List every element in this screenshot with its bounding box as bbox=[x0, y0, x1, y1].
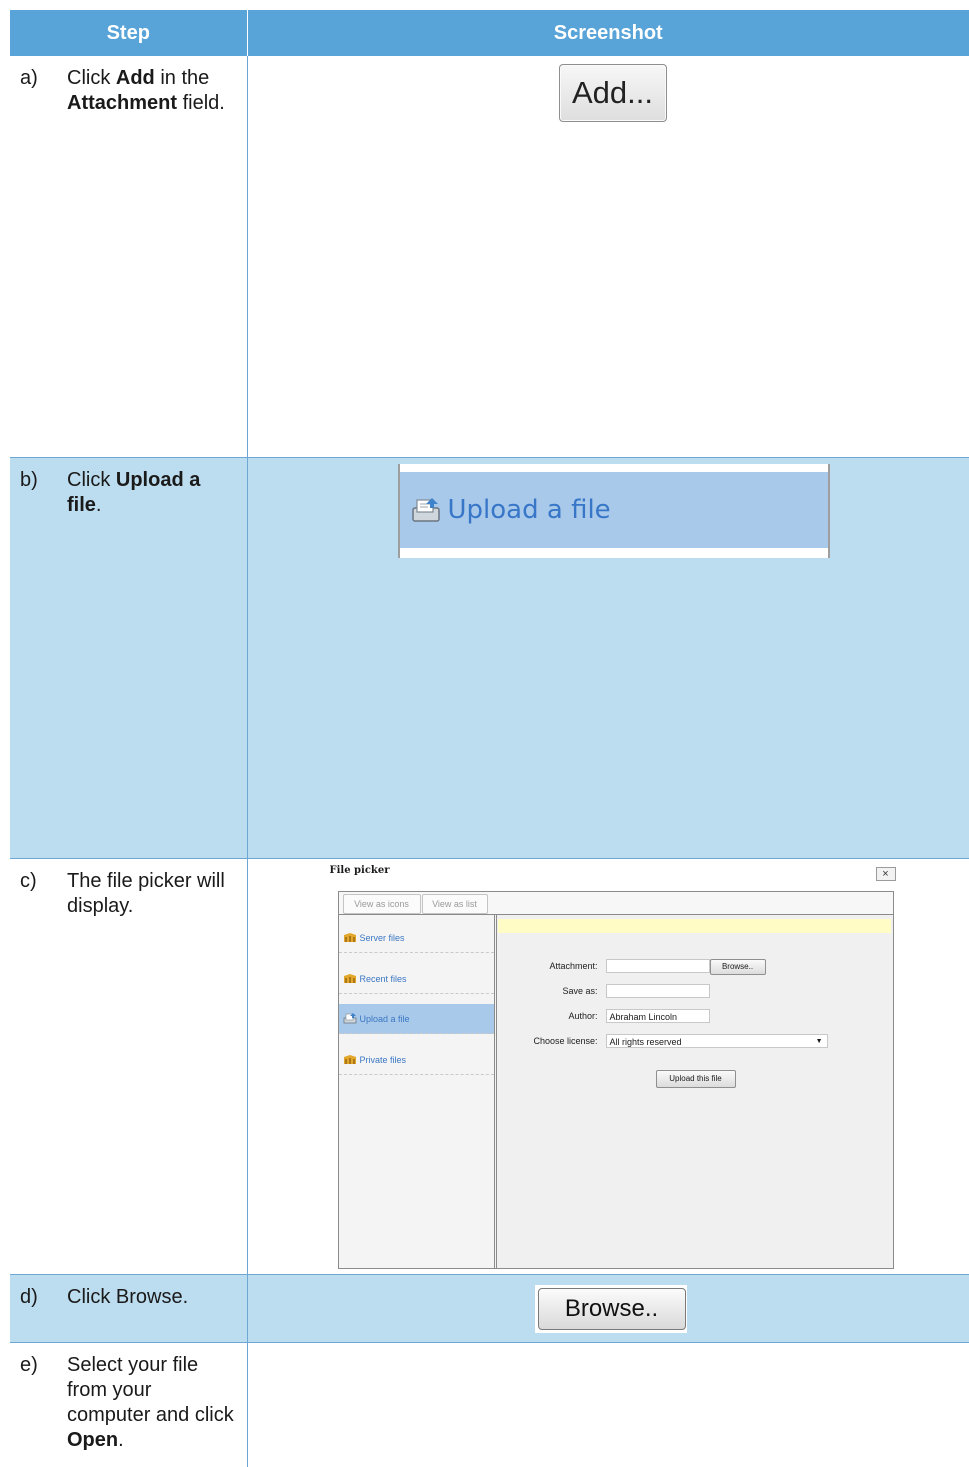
step-row-b: b) Click Upload a file. bbox=[10, 458, 969, 859]
step-cell: a) Click Add in the Attachment field. bbox=[10, 56, 247, 458]
upload-icon bbox=[343, 1013, 357, 1024]
view-as-icons-button[interactable]: View as icons bbox=[343, 894, 421, 914]
header-step: Step bbox=[10, 10, 247, 56]
private-files-icon bbox=[343, 1054, 357, 1065]
dialog-titlebar: File picker × bbox=[328, 861, 900, 887]
save-as-label: Save as: bbox=[498, 986, 598, 996]
attachment-field[interactable] bbox=[606, 959, 710, 973]
repository-sidebar: Server files Recent files Upload a file bbox=[339, 915, 497, 1268]
browse-screenshot: Browse.. bbox=[535, 1285, 687, 1333]
sidebar-item-upload-a-file[interactable]: Upload a file bbox=[339, 1004, 494, 1034]
screenshot-cell bbox=[247, 1343, 969, 1467]
browse-button[interactable]: Browse.. bbox=[710, 959, 766, 975]
step-letter: e) bbox=[20, 1353, 67, 1453]
browse-button[interactable]: Browse.. bbox=[538, 1288, 686, 1330]
step-letter: d) bbox=[20, 1285, 67, 1310]
license-select[interactable]: All rights reserved▼ bbox=[606, 1034, 828, 1048]
author-label: Author: bbox=[498, 1011, 598, 1021]
screenshot-cell: File picker × View as icons View as list bbox=[247, 859, 969, 1275]
server-files-icon bbox=[343, 932, 357, 943]
chevron-down-icon: ▼ bbox=[816, 1035, 823, 1049]
step-cell: c) The file picker will display. bbox=[10, 859, 247, 1275]
view-toolbar: View as icons View as list bbox=[339, 892, 893, 915]
step-row-d: d) Click Browse. Browse.. bbox=[10, 1275, 969, 1343]
upload-a-file-item[interactable]: Upload a file bbox=[400, 472, 828, 548]
save-as-input[interactable] bbox=[606, 984, 710, 998]
upload-icon bbox=[410, 496, 442, 524]
attachment-label: Attachment: bbox=[498, 961, 598, 971]
sidebar-item-private-files[interactable]: Private files bbox=[339, 1045, 494, 1075]
step-row-a: a) Click Add in the Attachment field. Ad… bbox=[10, 56, 969, 458]
step-letter: b) bbox=[20, 468, 67, 518]
add-button[interactable]: Add... bbox=[559, 64, 667, 122]
step-text: Click Upload a file. bbox=[67, 468, 237, 518]
step-cell: e) Select your file from your computer a… bbox=[10, 1343, 247, 1467]
step-cell: d) Click Browse. bbox=[10, 1275, 247, 1343]
dialog-title: File picker bbox=[330, 865, 390, 876]
step-text: Click Browse. bbox=[67, 1285, 237, 1310]
upload-form-panel: Attachment: Browse.. Save as: Author: Ab… bbox=[498, 915, 893, 1268]
upload-this-file-button[interactable]: Upload this file bbox=[656, 1070, 736, 1088]
step-text: Click Add in the Attachment field. bbox=[67, 66, 237, 116]
file-picker-dialog: File picker × View as icons View as list bbox=[328, 861, 900, 1267]
upload-file-screenshot: Upload a file bbox=[398, 464, 830, 558]
step-row-e: e) Select your file from your computer a… bbox=[10, 1343, 969, 1467]
screenshot-cell: Upload a file bbox=[247, 458, 969, 859]
step-text: Select your file from your computer and … bbox=[67, 1353, 237, 1453]
file-picker-body: View as icons View as list Server files bbox=[338, 891, 894, 1269]
steps-table: Step Screenshot a) Click Add in the Atta… bbox=[10, 10, 969, 1467]
step-letter: c) bbox=[20, 869, 67, 919]
step-letter: a) bbox=[20, 66, 67, 116]
license-label: Choose license: bbox=[498, 1036, 598, 1046]
header-screenshot: Screenshot bbox=[247, 10, 969, 56]
notice-bar bbox=[498, 919, 891, 933]
sidebar-item-recent-files[interactable]: Recent files bbox=[339, 964, 494, 994]
close-icon[interactable]: × bbox=[876, 867, 896, 881]
sidebar-item-server-files[interactable]: Server files bbox=[339, 923, 494, 953]
step-cell: b) Click Upload a file. bbox=[10, 458, 247, 859]
step-text: The file picker will display. bbox=[67, 869, 237, 919]
step-row-c: c) The file picker will display. File pi… bbox=[10, 859, 969, 1275]
upload-a-file-label: Upload a file bbox=[448, 495, 611, 525]
screenshot-cell: Browse.. bbox=[247, 1275, 969, 1343]
author-input[interactable]: Abraham Lincoln bbox=[606, 1009, 710, 1023]
recent-files-icon bbox=[343, 973, 357, 984]
screenshot-cell: Add... bbox=[247, 56, 969, 458]
view-as-list-button[interactable]: View as list bbox=[422, 894, 488, 914]
